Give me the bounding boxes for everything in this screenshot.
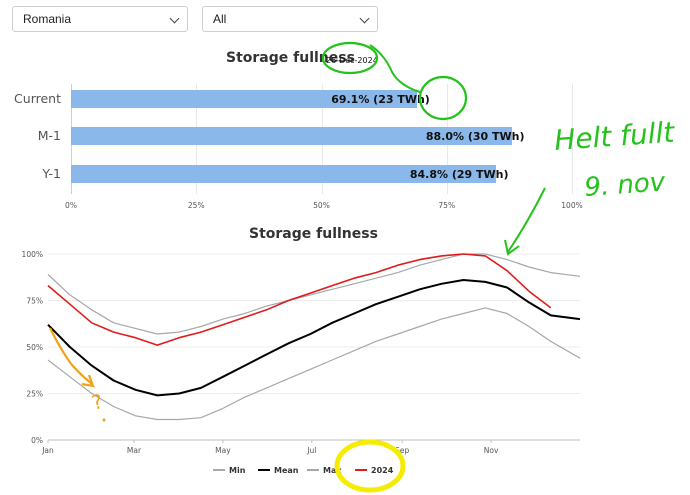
line-chart-y-tick: 25% <box>26 390 43 399</box>
line-chart-y-tick: 0% <box>31 436 43 445</box>
bar-category-label: Y-1 <box>42 166 61 181</box>
bar-chart-x-tick: 0% <box>65 201 77 210</box>
line-chart-y-tick: 100% <box>22 250 43 259</box>
line-chart-x-tick: Jul <box>306 446 316 455</box>
line-chart-x-tick: Mar <box>127 446 142 455</box>
series-line-mean <box>47 279 581 397</box>
line-chart-grid: 0% 25% 50% 75% 100% Jan Mar May Jul Sep Nov <box>22 250 580 455</box>
annotation-text-line2: 9. nov <box>583 167 666 203</box>
legend-item-max: Max <box>323 466 342 475</box>
legend-item-2024: 2024 <box>371 466 394 475</box>
bar-category-label: Current <box>14 91 61 106</box>
bar-chart-date: 26-Dec-2024 <box>326 56 378 65</box>
bar-chart-x-tick: 50% <box>313 201 330 210</box>
line-chart-title: Storage fullness <box>249 226 378 242</box>
line-chart-x-tick: May <box>215 446 231 455</box>
legend-item-min: Min <box>229 466 246 475</box>
line-chart-legend: Min Mean Max 2024 <box>213 466 394 475</box>
line-chart-x-tick: Nov <box>484 446 499 455</box>
country-select[interactable]: Romania <box>12 6 188 32</box>
bar-value-label: 84.8% (29 TWh) <box>409 168 509 181</box>
line-chart-x-tick: Sep <box>395 446 409 455</box>
bar-value-label: 69.1% (23 TWh) <box>331 93 430 106</box>
bar-chart-x-tick: 100% <box>561 201 583 210</box>
chevron-down-icon <box>359 13 370 24</box>
line-chart: 0% 25% 50% 75% 100% Jan Mar May Jul Sep Nov Min Mea… <box>22 250 581 475</box>
country-select-value: Romania <box>23 12 72 26</box>
period-select[interactable]: All <box>202 6 378 32</box>
chevron-down-icon <box>169 13 180 24</box>
line-chart-x-tick: Jan <box>41 446 54 455</box>
series-line-2024 <box>47 253 552 346</box>
legend-item-mean: Mean <box>274 466 299 475</box>
bar-chart-x-tick: 25% <box>187 201 205 210</box>
line-chart-y-tick: 50% <box>26 343 43 352</box>
line-chart-y-tick: 75% <box>26 297 43 306</box>
bar-chart-gridline <box>572 84 573 194</box>
period-select-value: All <box>213 12 227 26</box>
bar-value-label: 88.0% (30 TWh) <box>425 130 525 143</box>
annotation-stroke <box>369 44 421 93</box>
bar-category-label: M-1 <box>37 128 61 143</box>
bar-chart-x-tick: 75% <box>438 201 456 210</box>
series-line-min <box>47 307 581 421</box>
annotation-arrow <box>507 187 546 253</box>
line-chart-series <box>47 253 581 421</box>
